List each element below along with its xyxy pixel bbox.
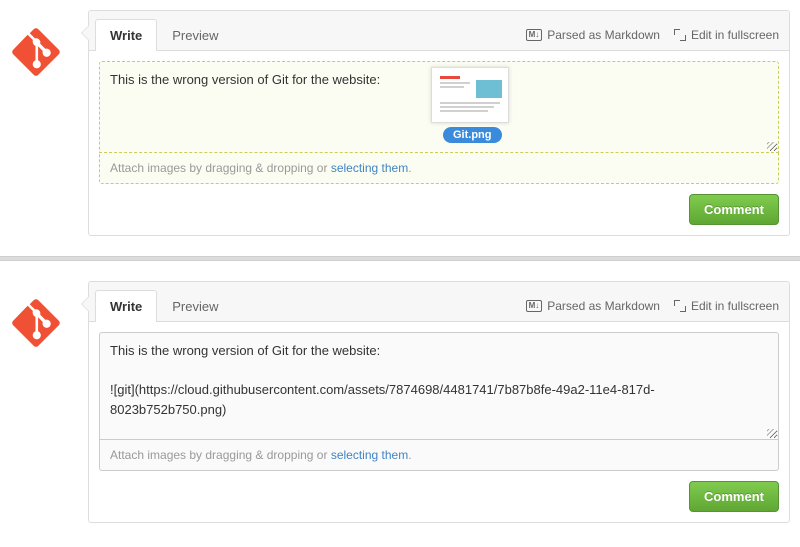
comment-footer: Comment <box>89 194 789 235</box>
editor-area: Attach images by dragging & dropping or … <box>89 322 789 481</box>
tab-preview[interactable]: Preview <box>157 19 233 51</box>
git-logo-icon <box>12 28 60 76</box>
comment-panel-result: Write Preview M↓ Parsed as Markdown Edit… <box>0 271 800 533</box>
fullscreen-hint-label: Edit in fullscreen <box>691 299 779 313</box>
comment-panel-dragging: Write Preview M↓ Parsed as Markdown Edit… <box>0 0 800 246</box>
fullscreen-icon <box>674 29 686 41</box>
fullscreen-icon <box>674 300 686 312</box>
tab-bar: Write Preview M↓ Parsed as Markdown Edit… <box>89 282 789 322</box>
markdown-icon: M↓ <box>526 300 543 312</box>
fullscreen-hint[interactable]: Edit in fullscreen <box>674 299 779 313</box>
tab-write[interactable]: Write <box>95 290 157 322</box>
comment-textarea[interactable] <box>99 61 779 153</box>
editor-wrap <box>99 332 779 443</box>
comment-box: Write Preview M↓ Parsed as Markdown Edit… <box>88 10 790 236</box>
attach-hint[interactable]: Attach images by dragging & dropping or … <box>99 152 779 184</box>
avatar <box>12 28 60 76</box>
comment-textarea[interactable] <box>99 332 779 440</box>
markdown-hint[interactable]: M↓ Parsed as Markdown <box>526 299 660 313</box>
panel-divider <box>0 256 800 261</box>
attach-hint-suffix: . <box>408 448 411 462</box>
attach-select-link[interactable]: selecting them <box>331 161 408 175</box>
markdown-hint-label: Parsed as Markdown <box>547 28 660 42</box>
markdown-hint[interactable]: M↓ Parsed as Markdown <box>526 28 660 42</box>
tab-write[interactable]: Write <box>95 19 157 51</box>
comment-button[interactable]: Comment <box>689 194 779 225</box>
attach-select-link[interactable]: selecting them <box>331 448 408 462</box>
attach-hint-prefix: Attach images by dragging & dropping or <box>110 161 331 175</box>
tab-preview[interactable]: Preview <box>157 290 233 322</box>
attach-hint[interactable]: Attach images by dragging & dropping or … <box>99 439 779 471</box>
editor-wrap: Git.png <box>99 61 779 156</box>
attach-hint-prefix: Attach images by dragging & dropping or <box>110 448 331 462</box>
comment-footer: Comment <box>89 481 789 522</box>
tab-bar: Write Preview M↓ Parsed as Markdown Edit… <box>89 11 789 51</box>
avatar <box>12 299 60 347</box>
git-logo-icon <box>12 299 60 347</box>
comment-button[interactable]: Comment <box>689 481 779 512</box>
markdown-hint-label: Parsed as Markdown <box>547 299 660 313</box>
fullscreen-hint-label: Edit in fullscreen <box>691 28 779 42</box>
markdown-icon: M↓ <box>526 29 543 41</box>
fullscreen-hint[interactable]: Edit in fullscreen <box>674 28 779 42</box>
editor-area: Git.png Attach images by dragging & drop… <box>89 51 789 194</box>
attach-hint-suffix: . <box>408 161 411 175</box>
comment-box: Write Preview M↓ Parsed as Markdown Edit… <box>88 281 790 523</box>
